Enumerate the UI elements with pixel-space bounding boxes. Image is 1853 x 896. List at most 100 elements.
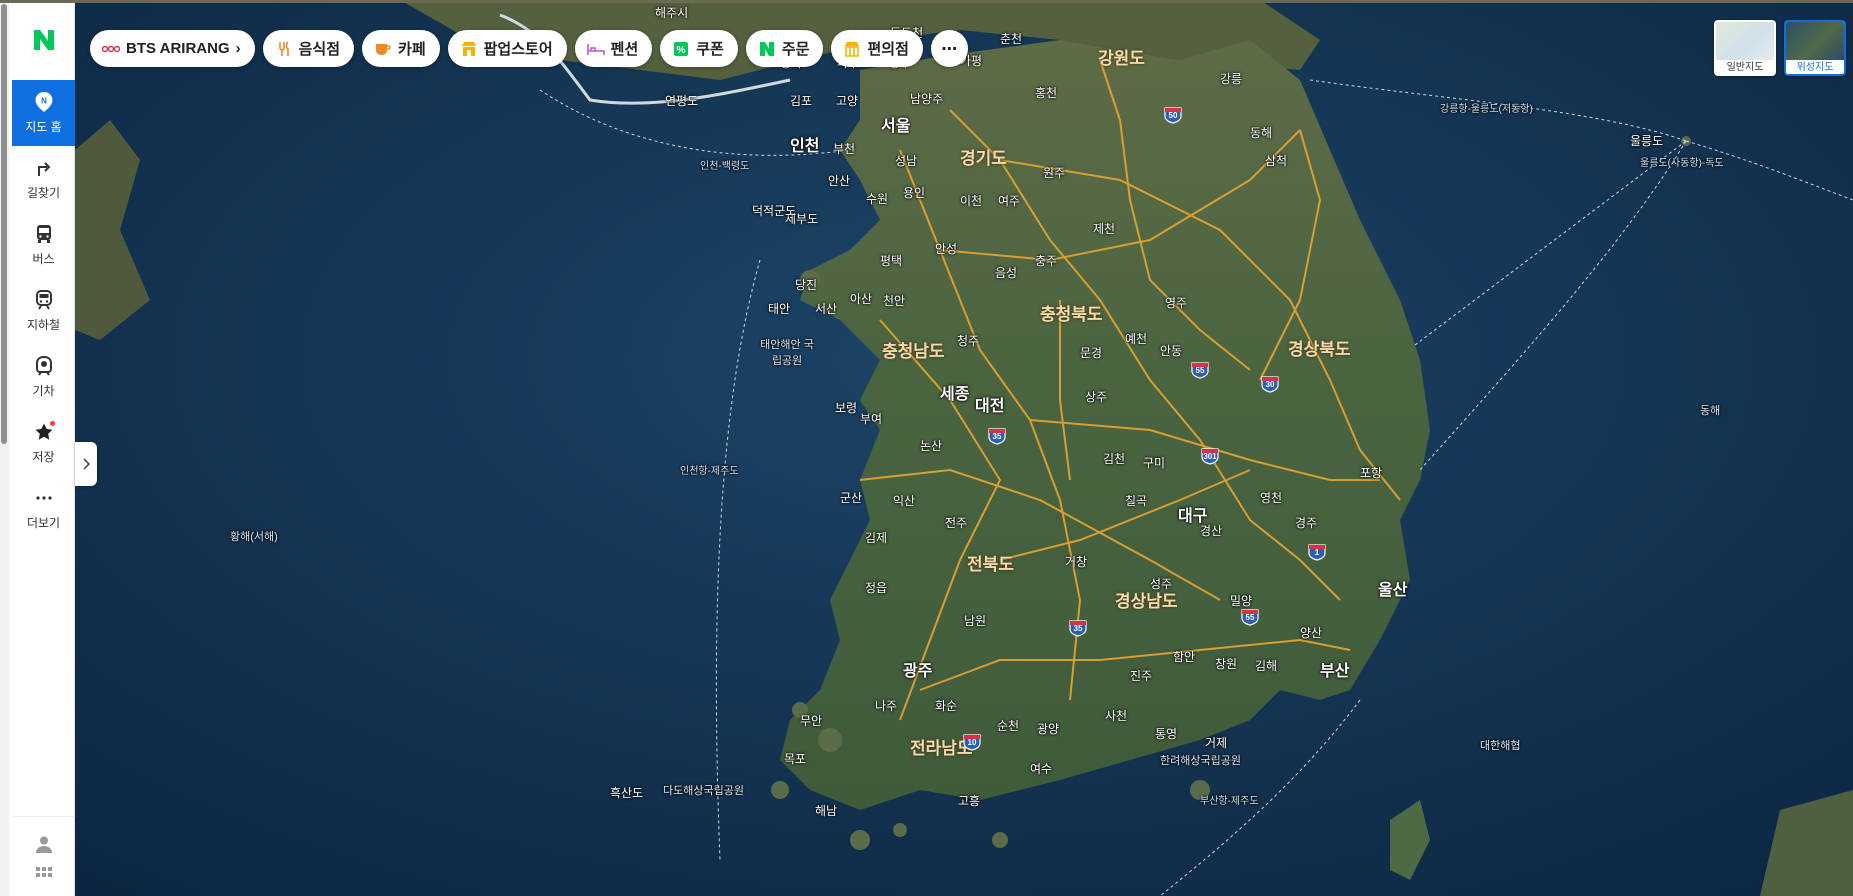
satellite-map-button[interactable]: 위성지도	[1784, 20, 1846, 76]
map-type-label: 위성지도	[1796, 62, 1834, 73]
satellite-map[interactable]: 해주시동두천춘천강화파주양주가평강원도강릉김포고양남양주홍천서울인천부천성남경기…	[75, 0, 1853, 896]
chip-pension[interactable]: 펜션	[574, 30, 653, 67]
city-label: 청주	[957, 334, 980, 348]
sidebar-item-subway[interactable]: 지하철	[12, 278, 75, 344]
city-label: 군산	[840, 491, 863, 505]
popup-store-icon	[460, 40, 478, 58]
chevron-right-icon	[83, 458, 90, 470]
city-label: 삼척	[1265, 154, 1288, 168]
region-label: 충청남도	[882, 342, 945, 361]
ferry-route-label: 강릉항-울릉도(저동항)	[1440, 104, 1533, 115]
highway-shield: 30	[1260, 375, 1280, 393]
city-label: 천안	[883, 294, 906, 308]
city-label: 남양주	[910, 92, 944, 106]
city-label: 동해	[1250, 126, 1273, 140]
city-label: 무안	[800, 714, 823, 728]
city-label: 홍천	[1035, 86, 1058, 100]
city-label: 해주시	[655, 6, 689, 20]
svg-text:%: %	[677, 45, 686, 56]
normal-map-thumbnail	[1716, 22, 1774, 60]
sidebar-item-bus[interactable]: 버스	[12, 212, 75, 278]
highway-shield: 1	[1307, 543, 1327, 561]
star-icon	[33, 421, 55, 443]
naver-logo-icon[interactable]	[30, 26, 58, 54]
sea-label: 황해(서해)	[230, 531, 278, 543]
city-label: 음성	[995, 266, 1018, 280]
cafe-icon	[374, 40, 392, 58]
highway-shield: 35	[1068, 619, 1088, 637]
chip-bts-arirang[interactable]: BTS ARIRANG ›	[90, 30, 255, 67]
scrollbar[interactable]	[0, 0, 9, 896]
city-label: 태안	[768, 302, 791, 316]
chip-more-button[interactable]: ⋯	[930, 30, 968, 67]
region-label: 경상북도	[1288, 340, 1351, 359]
chip-label: 펜션	[610, 41, 639, 58]
city-label: 울산	[1378, 582, 1408, 599]
sidebar-item-saved[interactable]: 저장	[12, 410, 75, 476]
city-label: 영천	[1260, 491, 1283, 505]
chip-coupon[interactable]: % 쿠폰	[660, 30, 738, 67]
map-canvas[interactable]	[75, 0, 1853, 896]
city-label: 김제	[865, 531, 888, 545]
city-label: 해남	[815, 804, 838, 818]
city-label: 고흥	[958, 794, 981, 808]
city-label: 남원	[964, 614, 987, 628]
chip-convenience-store[interactable]: 편의점	[831, 30, 923, 67]
naver-map-app: N 지도 홈 길찾기 버스 지하철 기차 저장 더보기 해주시 춘천 가평 강원…	[0, 0, 1853, 896]
sidebar-item-more[interactable]: 더보기	[12, 476, 75, 542]
sidebar-item-label: 지도 홈	[25, 120, 62, 134]
sea-label: 대한해협	[1480, 740, 1521, 752]
city-label: 김해	[1255, 659, 1278, 673]
chip-order[interactable]: 주문	[745, 30, 824, 67]
chip-cafe[interactable]: 카페	[362, 30, 440, 67]
sidebar-nav: N 지도 홈 길찾기 버스 지하철 기차 저장 더보기	[12, 80, 75, 542]
region-label: 강원도	[1098, 49, 1145, 68]
sidebar-item-map-home[interactable]: N 지도 홈	[12, 80, 75, 146]
region-label: 전북도	[967, 555, 1014, 574]
city-label: 목포	[784, 752, 807, 766]
city-label: 세종	[940, 386, 970, 403]
city-label: 순천	[997, 719, 1020, 733]
bus-icon	[33, 223, 55, 245]
city-label: 이천	[960, 194, 983, 208]
city-label: 문경	[1080, 346, 1103, 360]
city-label: 춘천	[1000, 32, 1023, 46]
highway-shield: 10	[962, 733, 982, 751]
city-label: 진주	[1130, 669, 1153, 683]
category-chips: BTS ARIRANG › 음식점 카페 팝업스토어 펜션 % 쿠폰 주문 편의…	[90, 30, 968, 67]
chip-restaurant[interactable]: 음식점	[262, 30, 355, 67]
highway-shield: 35	[987, 427, 1007, 445]
city-label: 수원	[866, 192, 889, 206]
more-dots-icon	[33, 487, 55, 509]
chip-popup-store[interactable]: 팝업스토어	[447, 30, 567, 67]
highway-number: 301	[1203, 452, 1217, 461]
chevron-right-icon: ›	[235, 40, 241, 57]
highway-number: 10	[967, 738, 977, 747]
highway-number: 55	[1195, 366, 1205, 375]
normal-map-button[interactable]: 일반지도	[1714, 20, 1776, 76]
sidebar-item-label: 버스	[32, 252, 55, 266]
city-label: 칠곡	[1125, 494, 1148, 508]
panel-expand-button[interactable]	[75, 442, 97, 486]
city-label: 강릉	[1220, 72, 1243, 86]
city-label: 울릉도	[1630, 134, 1664, 148]
city-label: 서산	[815, 302, 838, 316]
chip-label: BTS ARIRANG	[126, 40, 230, 57]
sidebar-item-directions[interactable]: 길찾기	[12, 146, 75, 212]
map-type-label: 일반지도	[1726, 62, 1764, 73]
city-label: 성남	[895, 154, 918, 168]
apps-grid-icon[interactable]	[35, 867, 52, 883]
svg-text:N: N	[41, 97, 47, 106]
user-icon[interactable]	[35, 835, 53, 853]
sidebar-item-train[interactable]: 기차	[12, 344, 75, 410]
scrollbar-thumb[interactable]	[1, 4, 7, 444]
highway-number: 55	[1245, 613, 1255, 622]
city-label: 당진	[795, 278, 818, 292]
highway-number: 1	[1314, 548, 1320, 557]
city-label: 안성	[935, 242, 958, 256]
chip-label: 음식점	[298, 41, 341, 58]
more-dots-icon: ⋯	[941, 40, 958, 58]
bts-icon	[102, 40, 120, 58]
city-label: 포항	[1360, 466, 1383, 480]
city-label: 아산	[850, 292, 873, 306]
